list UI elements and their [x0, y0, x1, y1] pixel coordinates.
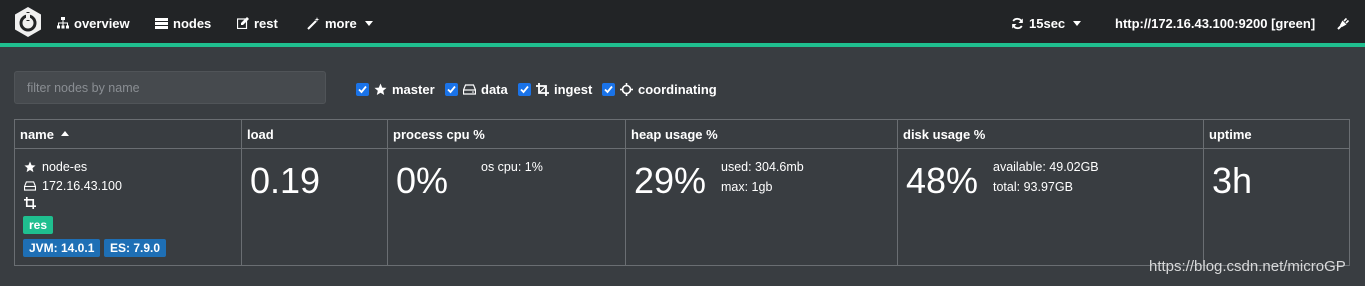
node-name[interactable]: node-es — [42, 160, 87, 174]
sitemap-icon — [57, 17, 69, 29]
hdd-icon — [24, 181, 36, 191]
master-star-icon — [24, 161, 36, 173]
coordinating-checkbox[interactable] — [602, 82, 615, 96]
disk-total-value: total: 93.97GB — [993, 180, 1073, 194]
edit-icon — [237, 17, 249, 29]
chevron-down-icon — [1073, 20, 1082, 26]
nodes-table: name node-es 172.16.43.100 res JVM: 14.0… — [14, 119, 1350, 266]
heap-column: heap usage % 29% used: 304.6mb max: 1gb — [626, 120, 898, 265]
nav-nodes-label: nodes — [173, 15, 212, 31]
cluster-url-label: http://172.16.43.100:9200 [green] — [1115, 15, 1316, 31]
cpu-column-header[interactable]: process cpu % — [388, 120, 625, 149]
nav-more-dropdown[interactable]: more — [307, 14, 373, 32]
heap-value: 29% — [634, 160, 707, 201]
master-checkbox[interactable] — [356, 82, 369, 96]
node-ip: 172.16.43.100 — [42, 179, 122, 193]
refresh-icon — [1012, 17, 1023, 29]
filter-nodes-input[interactable] — [14, 71, 326, 104]
data-checkbox[interactable] — [445, 82, 458, 96]
load-header-label: load — [247, 127, 274, 142]
node-ingest-line — [24, 197, 36, 209]
cpu-value: 0% — [396, 160, 449, 201]
disconnect-button[interactable] — [1337, 14, 1350, 32]
disk-value: 48% — [906, 160, 979, 201]
load-column-header[interactable]: load — [242, 120, 387, 149]
node-attribute-badge: res — [23, 216, 54, 234]
role-data-label: data — [481, 81, 508, 97]
name-header-label: name — [20, 127, 54, 142]
name-column: name node-es 172.16.43.100 res JVM: 14.0… — [15, 120, 242, 265]
heap-column-header[interactable]: heap usage % — [626, 120, 897, 149]
role-ingest-label: ingest — [554, 81, 593, 97]
load-column: load 0.19 — [242, 120, 388, 265]
hdd-icon — [463, 83, 476, 95]
magic-wand-icon — [307, 16, 320, 30]
top-navbar: overview nodes rest more 15sec http://17… — [0, 0, 1365, 43]
disk-header-label: disk usage % — [903, 127, 986, 142]
navbar-accent-bar — [0, 43, 1365, 47]
ingest-checkbox[interactable] — [518, 82, 531, 96]
crop-icon — [536, 82, 549, 96]
jvm-version-badge: JVM: 14.0.1 — [23, 239, 101, 257]
plug-icon — [1337, 17, 1350, 30]
es-version-badge: ES: 7.9.0 — [104, 239, 167, 257]
disk-column: disk usage % 48% available: 49.02GB tota… — [898, 120, 1204, 265]
role-coordinating-label: coordinating — [638, 81, 717, 97]
crosshairs-icon — [620, 82, 633, 96]
nav-rest-label: rest — [254, 15, 278, 31]
heap-header-label: heap usage % — [631, 127, 718, 142]
role-master-label: master — [392, 81, 435, 97]
os-cpu-value: os cpu: 1% — [481, 160, 543, 174]
uptime-value: 3h — [1212, 160, 1253, 201]
chevron-down-icon — [364, 20, 373, 26]
nav-nodes[interactable]: nodes — [155, 14, 211, 32]
refresh-interval-label: 15sec — [1029, 15, 1066, 31]
star-icon — [374, 83, 387, 95]
node-name-line: node-es — [24, 160, 87, 174]
role-filter-data[interactable]: data — [445, 81, 508, 97]
uptime-column-header[interactable]: uptime — [1204, 120, 1349, 149]
disk-column-header[interactable]: disk usage % — [898, 120, 1203, 149]
uptime-column: uptime 3h — [1204, 120, 1349, 265]
cluster-url[interactable]: http://172.16.43.100:9200 [green] — [1115, 14, 1315, 32]
watermark-text: https://blog.csdn.net/microGP — [1149, 258, 1346, 275]
nav-rest[interactable]: rest — [237, 14, 278, 32]
crop-icon — [24, 197, 36, 209]
load-value: 0.19 — [250, 160, 321, 201]
heap-max-value: max: 1gb — [721, 180, 773, 194]
heap-used-value: used: 304.6mb — [721, 160, 804, 174]
cerebro-logo-icon[interactable] — [13, 6, 43, 38]
role-filter-ingest[interactable]: ingest — [518, 81, 592, 97]
disk-available-value: available: 49.02GB — [993, 160, 1099, 174]
sort-ascending-icon — [60, 131, 69, 136]
nav-more-label: more — [325, 15, 357, 31]
role-filter-master[interactable]: master — [356, 81, 435, 97]
nav-overview[interactable]: overview — [57, 14, 130, 32]
name-column-header[interactable]: name — [15, 120, 241, 149]
cpu-column: process cpu % 0% os cpu: 1% — [388, 120, 626, 265]
nav-overview-label: overview — [74, 15, 130, 31]
uptime-header-label: uptime — [1209, 127, 1252, 142]
role-filter-coordinating[interactable]: coordinating — [602, 81, 717, 97]
refresh-interval-dropdown[interactable]: 15sec — [1011, 14, 1082, 32]
server-icon — [155, 17, 168, 29]
node-ip-line: 172.16.43.100 — [24, 179, 122, 193]
cpu-header-label: process cpu % — [393, 127, 485, 142]
